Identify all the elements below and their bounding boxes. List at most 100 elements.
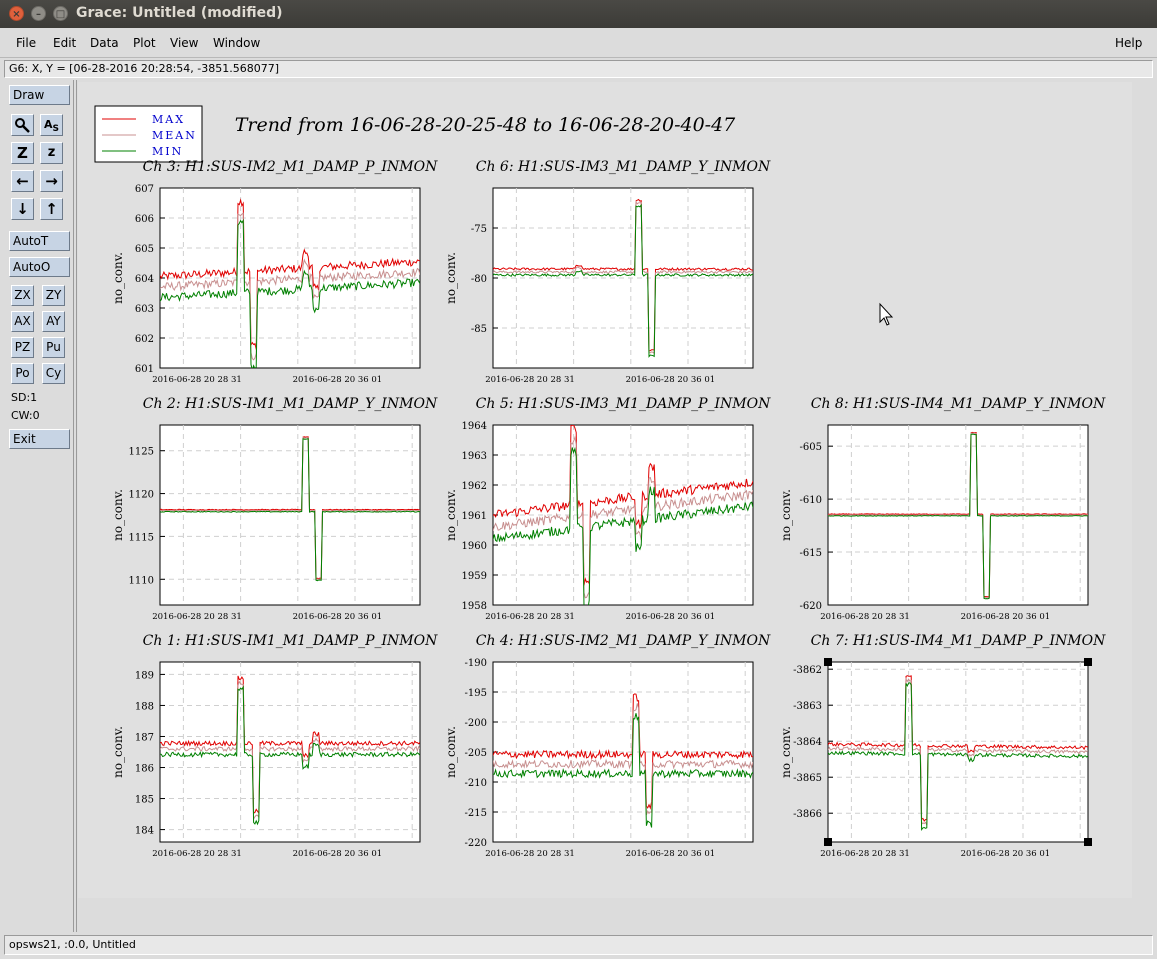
current-world-label: CW:0: [11, 409, 40, 422]
y-tick-label: 1110: [129, 575, 154, 586]
selection-handle[interactable]: [1084, 658, 1092, 666]
ay-button[interactable]: AY: [42, 311, 65, 332]
autoscale-z-icon[interactable]: Z: [11, 142, 34, 164]
x-tick-label: 2016-06-28 20 36 01: [293, 375, 383, 385]
y-axis-label: no_conv.: [111, 252, 125, 304]
graph-title: Ch 6: H1:SUS-IM3_M1_DAMP_Y_INMON: [476, 159, 771, 175]
graph-title: Ch 2: H1:SUS-IM1_M1_DAMP_Y_INMON: [143, 396, 438, 412]
graph-title: Ch 3: H1:SUS-IM2_M1_DAMP_P_INMON: [143, 159, 438, 175]
minimize-window-button[interactable]: –: [31, 6, 46, 21]
y-axis-label: no_conv.: [444, 252, 458, 304]
menu-window[interactable]: Window: [213, 36, 260, 50]
x-tick-label: 2016-06-28 20 36 01: [626, 849, 716, 859]
y-tick-label: 184: [135, 826, 154, 837]
y-tick-label: 1960: [462, 541, 487, 552]
maximize-window-button[interactable]: □: [53, 6, 68, 21]
y-tick-label: 602: [135, 334, 154, 345]
graph-4[interactable]: 1958 1959 1960 1961 1962 1963 1964 2016-06-28 2…: [444, 396, 771, 622]
graph-3[interactable]: 1110 1115 1120 1125 2016-06-28 20 28 31 2016-…: [111, 396, 438, 622]
x-tick-label: 2016-06-28 20 28 31: [152, 375, 242, 385]
window-title: Grace: Untitled (modified): [76, 5, 283, 21]
y-axis-label: no_conv.: [444, 489, 458, 541]
graph-6[interactable]: 184 185 186 187 188 189 2016-06-28 20 28 31 201…: [111, 633, 438, 859]
y-axis-label: no_conv.: [111, 726, 125, 778]
y-axis-label: no_conv.: [779, 726, 793, 778]
menubar: File Edit Data Plot View Window Help: [0, 28, 1157, 58]
exit-button[interactable]: Exit: [9, 429, 70, 449]
y-tick-label: 605: [135, 244, 154, 255]
cy-button[interactable]: Cy: [42, 363, 65, 384]
x-tick-label: 2016-06-28 20 28 31: [152, 849, 242, 859]
graph-1[interactable]: 601 602 603 604 605 606 607 2016-06-28 20 28 31…: [111, 159, 438, 385]
x-tick-label: 2016-06-28 20 36 01: [293, 849, 383, 859]
x-tick-label: 2016-06-28 20 36 01: [293, 612, 383, 622]
y-tick-label: -3865: [793, 773, 822, 784]
menu-data[interactable]: Data: [90, 36, 119, 50]
x-tick-label: 2016-06-28 20 36 01: [626, 375, 716, 385]
zoom-icon[interactable]: [11, 114, 34, 136]
legend[interactable]: MAX MEAN MIN: [94, 105, 203, 163]
plot-svg[interactable]: MAX MEAN MIN Trend from 16-06-28-20-25-48 …: [78, 82, 1132, 898]
close-window-button[interactable]: ×: [9, 6, 24, 21]
right-arrow-icon[interactable]: →: [40, 170, 63, 192]
legend-entry: MAX: [152, 113, 185, 126]
pu-button[interactable]: Pu: [42, 337, 65, 358]
window-titlebar[interactable]: × – □ Grace: Untitled (modified): [0, 0, 1157, 28]
selection-handle[interactable]: [824, 658, 832, 666]
y-tick-label: -75: [471, 224, 487, 235]
y-tick-label: 604: [135, 274, 154, 285]
y-tick-label: -195: [465, 688, 487, 699]
legend-entry: MIN: [152, 145, 183, 158]
y-tick-label: 1115: [129, 532, 154, 543]
zoom-z-icon[interactable]: z: [40, 142, 63, 164]
y-tick-label: 185: [135, 795, 154, 806]
menu-edit[interactable]: Edit: [53, 36, 76, 50]
zy-button[interactable]: ZY: [42, 285, 65, 306]
text-icon[interactable]: AS: [40, 114, 63, 136]
menu-file[interactable]: File: [16, 36, 36, 50]
y-tick-label: 1959: [462, 571, 487, 582]
po-button[interactable]: Po: [11, 363, 34, 384]
menu-help[interactable]: Help: [1115, 36, 1142, 50]
x-tick-label: 2016-06-28 20 36 01: [961, 612, 1051, 622]
legend-entry: MEAN: [152, 129, 197, 142]
y-tick-label: 1120: [129, 490, 154, 501]
y-tick-label: -85: [471, 324, 487, 335]
graph-title: Ch 1: H1:SUS-IM1_M1_DAMP_P_INMON: [143, 633, 438, 649]
down-arrow-icon[interactable]: ↓: [11, 198, 34, 220]
y-tick-label: 606: [135, 214, 154, 225]
y-tick-label: 607: [135, 184, 154, 195]
selection-handle[interactable]: [1084, 838, 1092, 846]
y-tick-label: -200: [465, 718, 487, 729]
zx-button[interactable]: ZX: [11, 285, 34, 306]
draw-button[interactable]: Draw: [9, 85, 70, 105]
graph-7[interactable]: -190-195-200-205-210-215-2202016-06-28 2…: [444, 633, 771, 859]
selection-handle[interactable]: [824, 838, 832, 846]
menu-plot[interactable]: Plot: [133, 36, 156, 50]
y-tick-label: -220: [465, 838, 487, 849]
y-tick-label: 187: [135, 732, 154, 743]
autot-button[interactable]: AutoT: [9, 231, 70, 251]
y-tick-label: 1964: [462, 421, 487, 432]
y-tick-label: -80: [471, 274, 487, 285]
graph-title: Ch 8: H1:SUS-IM4_M1_DAMP_Y_INMON: [811, 396, 1106, 412]
menu-view[interactable]: View: [170, 36, 198, 50]
left-arrow-icon[interactable]: ←: [11, 170, 34, 192]
x-tick-label: 2016-06-28 20 28 31: [485, 612, 575, 622]
y-tick-label: -3866: [793, 809, 822, 820]
graph-title: Ch 5: H1:SUS-IM3_M1_DAMP_P_INMON: [476, 396, 771, 412]
graph-8[interactable]: -3862 -3863 -3864 -3865 -3866 2016-06-28 20 2…: [779, 633, 1106, 859]
graph-5[interactable]: -605 -610 -615 -6202016-06-28 20 28 31 2016-…: [779, 396, 1106, 622]
plot-canvas[interactable]: MAX MEAN MIN Trend from 16-06-28-20-25-48 …: [78, 82, 1132, 898]
pz-button[interactable]: PZ: [11, 337, 34, 358]
ax-button[interactable]: AX: [11, 311, 34, 332]
autoo-button[interactable]: AutoO: [9, 257, 70, 277]
x-tick-label: 2016-06-28 20 28 31: [820, 849, 910, 859]
x-tick-label: 2016-06-28 20 28 31: [152, 612, 242, 622]
tool-panel: Draw AS Z z ← → ↓ ↑ AutoT AutoO ZX ZY AX…: [0, 80, 74, 932]
up-arrow-icon[interactable]: ↑: [40, 198, 63, 220]
y-axis-label: no_conv.: [779, 489, 793, 541]
x-tick-label: 2016-06-28 20 28 31: [485, 849, 575, 859]
graph-2[interactable]: -75 -80 -85 2016-06-28 20 28 31 2016-06-28 2…: [444, 159, 771, 385]
y-tick-label: 603: [135, 304, 154, 315]
